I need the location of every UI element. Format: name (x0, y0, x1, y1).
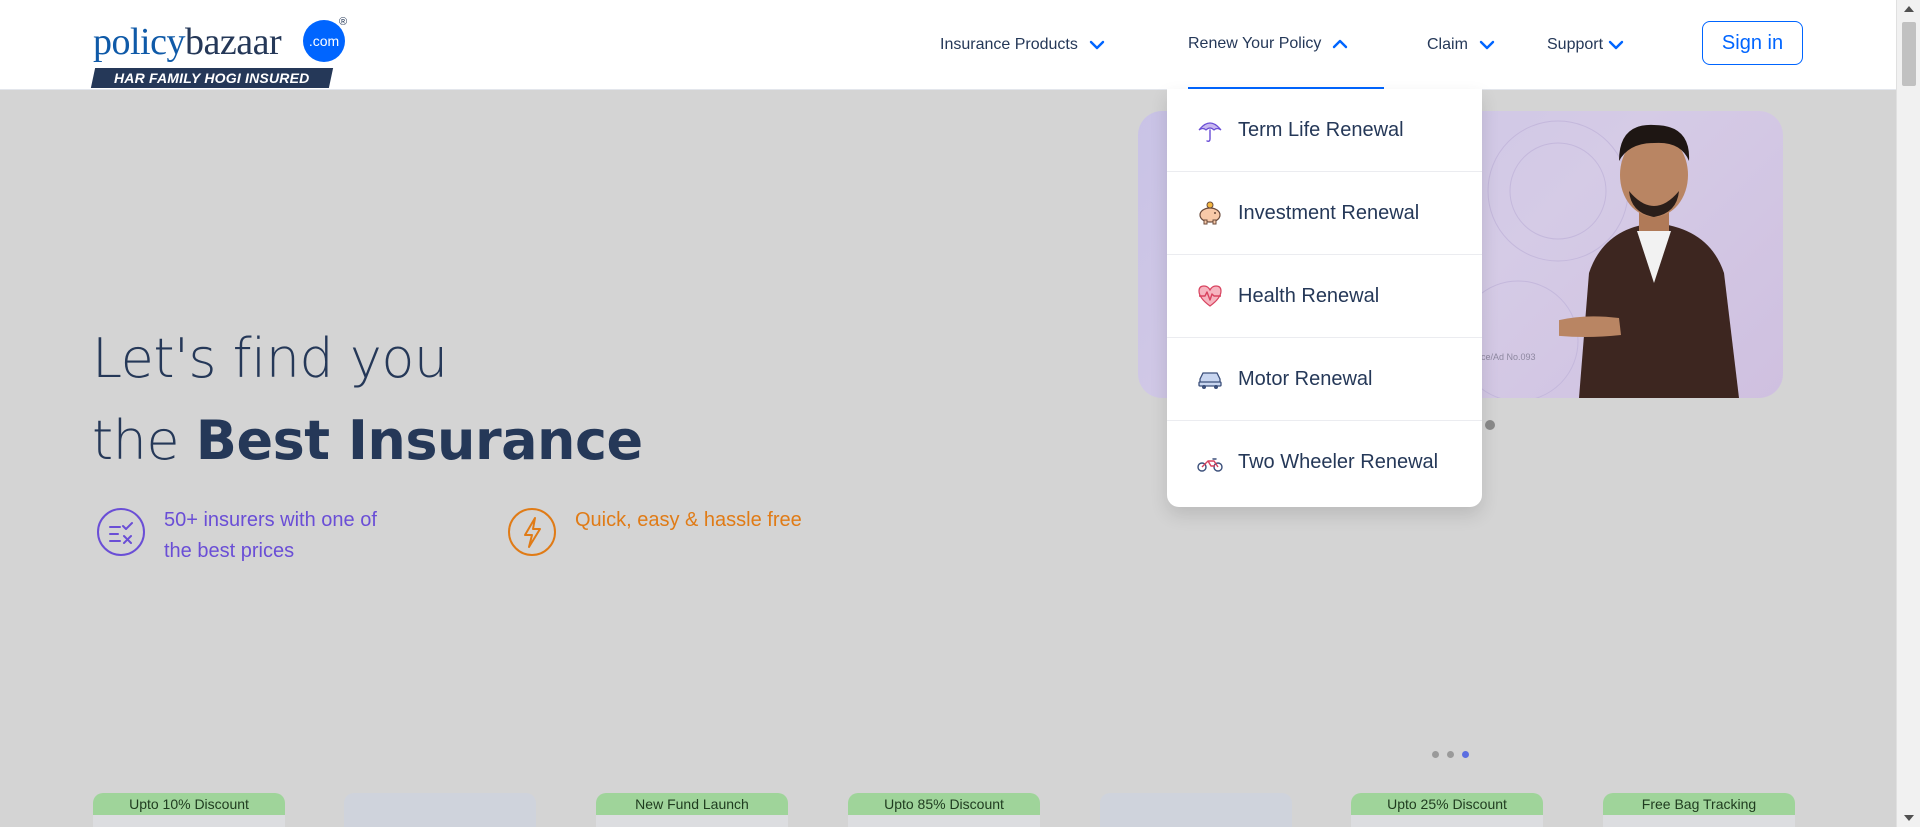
lightning-icon (508, 508, 556, 556)
menu-item-label: Term Life Renewal (1238, 118, 1404, 141)
hero-line-2: the Best Insurance (92, 400, 643, 482)
menu-item-health-renewal[interactable]: Health Renewal (1167, 255, 1482, 338)
product-card[interactable]: Free Bag Tracking (1603, 793, 1795, 827)
scroll-up-arrow-icon[interactable] (1904, 6, 1914, 12)
product-card[interactable] (344, 793, 536, 827)
card-discount-tag: Upto 25% Discount (1351, 793, 1543, 815)
banner-fine-print: nce/Ad No.093 (1476, 352, 1536, 362)
heart-pulse-icon (1198, 285, 1222, 307)
card-discount-tag: Upto 85% Discount (848, 793, 1040, 815)
card-discount-tag: Upto 10% Discount (93, 793, 285, 815)
logo-bazaar-text: bazaar (184, 21, 282, 63)
nav-support-label: Support (1547, 36, 1604, 53)
sign-in-button[interactable]: Sign in (1702, 21, 1803, 65)
product-card[interactable]: Upto 85% Discount (848, 793, 1040, 827)
feature-quick-easy: Quick, easy & hassle free (507, 505, 802, 557)
nav-claim-label: Claim (1427, 36, 1468, 53)
menu-item-two-wheeler-renewal[interactable]: Two Wheeler Renewal (1167, 421, 1482, 504)
menu-item-motor-renewal[interactable]: Motor Renewal (1167, 338, 1482, 421)
logo-policy-text: policy (93, 21, 185, 63)
chevron-down-icon (1089, 40, 1105, 50)
menu-item-term-life-renewal[interactable]: Term Life Renewal (1167, 89, 1482, 172)
feature-quick-easy-text: Quick, easy & hassle free (575, 509, 802, 531)
product-card[interactable]: Upto 25% Discount (1351, 793, 1543, 827)
policybazaar-logo[interactable]: policybazaar .com ® HAR FAMILY HOGI INSU… (90, 16, 353, 90)
nav-renew-your-policy-label: Renew Your Policy (1188, 34, 1322, 52)
nav-claim[interactable]: Claim (1427, 0, 1496, 90)
hero-carousel-dots (1432, 751, 1469, 758)
scroll-thumb[interactable] (1902, 22, 1916, 86)
page-scrollbar[interactable] (1896, 0, 1920, 827)
chevron-down-icon (1608, 40, 1624, 50)
logo-wordmark: policybazaar (93, 20, 282, 64)
hero-line-1: Let's find you (92, 327, 448, 390)
scroll-down-arrow-icon[interactable] (1904, 815, 1914, 821)
carousel-dot[interactable] (1432, 751, 1439, 758)
chevron-down-icon (1479, 40, 1495, 50)
nav-insurance-products[interactable]: Insurance Products (940, 0, 1106, 90)
menu-item-investment-renewal[interactable]: Investment Renewal (1167, 172, 1482, 255)
banner-indicator-dot[interactable] (1485, 420, 1495, 430)
piggy-bank-icon (1199, 201, 1221, 225)
brand-ambassador-image (1559, 124, 1739, 398)
hero-line-2-prefix: the (92, 409, 196, 472)
logo-tagline-text: HAR FAMILY HOGI INSURED (114, 70, 310, 86)
chevron-up-icon (1333, 39, 1348, 48)
product-card[interactable] (1100, 793, 1292, 827)
car-icon (1198, 372, 1222, 389)
menu-item-label: Motor Renewal (1238, 367, 1373, 390)
motorbike-icon (1197, 457, 1223, 472)
nav-insurance-products-label: Insurance Products (940, 36, 1078, 53)
feature-insurers: 50+ insurers with one of the best prices (96, 505, 394, 567)
card-discount-tag: New Fund Launch (596, 793, 788, 815)
product-card[interactable]: Upto 10% Discount (93, 793, 285, 827)
hero-line-2-bold: Best Insurance (195, 409, 643, 472)
renew-policy-dropdown: Term Life Renewal Investment Renewal Hea… (1167, 89, 1482, 507)
logo-tagline: HAR FAMILY HOGI INSURED (90, 68, 334, 88)
logo-registered-mark: ® (339, 16, 348, 28)
nav-support[interactable]: Support (1547, 0, 1625, 90)
menu-item-label: Two Wheeler Renewal (1238, 451, 1439, 473)
carousel-dot-active[interactable] (1462, 751, 1469, 758)
site-header: policybazaar .com ® HAR FAMILY HOGI INSU… (0, 0, 1896, 90)
product-card[interactable]: New Fund Launch (596, 793, 788, 827)
menu-item-label: Health Renewal (1238, 284, 1380, 307)
menu-item-label: Investment Renewal (1238, 201, 1420, 224)
nav-renew-your-policy[interactable]: Renew Your Policy (1188, 0, 1384, 90)
umbrella-icon (1198, 122, 1222, 142)
hero-headline: Let's find you the Best Insurance (92, 318, 643, 482)
feature-insurers-text: 50+ insurers with one of the best prices (164, 509, 377, 562)
list-check-icon (97, 508, 145, 556)
carousel-dot[interactable] (1447, 751, 1454, 758)
card-discount-tag: Free Bag Tracking (1603, 793, 1795, 815)
